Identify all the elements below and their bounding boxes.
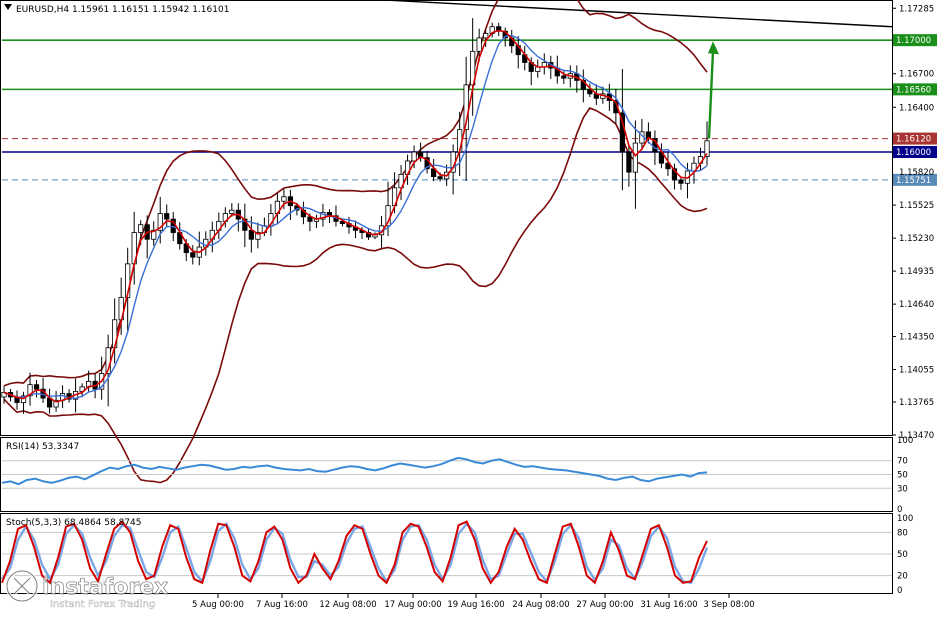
x-tick-label: 17 Aug 00:00: [384, 600, 441, 610]
level-tag-label: 1.16000: [896, 148, 931, 158]
x-tick-label: 31 Aug 16:00: [640, 600, 697, 610]
y-tick-label: 1.14055: [899, 366, 934, 376]
candle-bear: [33, 384, 40, 390]
candle-bear: [248, 229, 254, 240]
y-tick-label: 1.13765: [899, 398, 934, 408]
y-tick-label: 1.14935: [899, 267, 934, 277]
rsi-scale-label: 30: [897, 484, 908, 494]
y-tick-label: 1.14350: [899, 333, 934, 343]
price-chart: 1.17285 1.16700 1.16400 1.15525 1.15230 1.149…: [0, 0, 937, 610]
y-tick-label: 1.16700: [899, 70, 934, 80]
y-tick-label: 1.15525: [899, 201, 934, 211]
candle-bear: [678, 179, 684, 184]
candle-bear: [190, 252, 196, 258]
candle-bull: [229, 209, 235, 214]
level-tag-label: 1.16120: [896, 135, 931, 145]
ma-fast: [3, 29, 708, 403]
x-tick-label: 24 Aug 08:00: [512, 600, 569, 610]
x-tick-label: 7 Aug 16:00: [256, 600, 308, 610]
y-tick-label: 1.17285: [899, 4, 934, 14]
rsi-header: RSI(14) 53.3347: [6, 442, 79, 452]
x-tick-label: 27 Aug 00:00: [576, 600, 633, 610]
candle-bear: [437, 176, 443, 180]
level-tag-label: 1.17000: [896, 36, 931, 46]
stoch-scale-label: 20: [897, 572, 908, 582]
candle-bull: [632, 142, 638, 173]
bollinger-upper: [3, 0, 708, 387]
y-tick-label: 1.16400: [899, 103, 934, 113]
logo-tagline: Instant Forex Trading: [50, 599, 155, 610]
instaforex-logo: instaforex Instant Forex Trading: [4, 568, 184, 610]
symbol-header: EURUSD,H4 1.15961 1.16151 1.15942 1.1610…: [16, 5, 229, 15]
rsi-line: [1, 456, 708, 486]
rsi-scale-label: 50: [897, 471, 908, 481]
x-tick-label: 5 Aug 00:00: [192, 600, 244, 610]
bollinger-lower: [3, 107, 708, 484]
rsi-scale-label: 100: [897, 436, 913, 446]
x-tick-label: 12 Aug 08:00: [319, 600, 376, 610]
stoch-scale-label: 100: [897, 514, 913, 524]
stoch-scale-label: 50: [897, 550, 908, 560]
candle-bear: [561, 75, 567, 79]
forecast-arrow-head: [708, 41, 719, 55]
x-tick-label: 19 Aug 16:00: [447, 600, 504, 610]
candle-bull: [476, 37, 482, 52]
stoch-header: Stoch(5,3,3) 68.4864 58.8745: [6, 518, 141, 528]
candle-bull: [281, 196, 287, 202]
candle-bull: [138, 224, 144, 233]
candle-bear: [626, 151, 632, 173]
x-tick-label: 3 Sep 08:00: [703, 600, 754, 610]
forecast-arrow: [707, 51, 715, 139]
candle-bull: [411, 151, 417, 162]
y-tick-label: 1.15230: [899, 234, 934, 244]
level-tag-label: 1.16560: [896, 85, 931, 95]
candle-bull: [483, 33, 489, 39]
collapse-triangle-icon[interactable]: [4, 4, 12, 10]
y-tick-label: 1.14640: [899, 300, 934, 310]
logo-brand-text: instaforex: [42, 575, 168, 600]
stoch-scale-label: 0: [897, 586, 902, 596]
trendline: [371, 0, 893, 28]
candle-bear: [164, 213, 170, 220]
y-tick-label: 1.15820: [899, 168, 934, 178]
stoch-scale-label: 80: [897, 528, 908, 538]
rsi-scale-label: 70: [897, 457, 908, 467]
